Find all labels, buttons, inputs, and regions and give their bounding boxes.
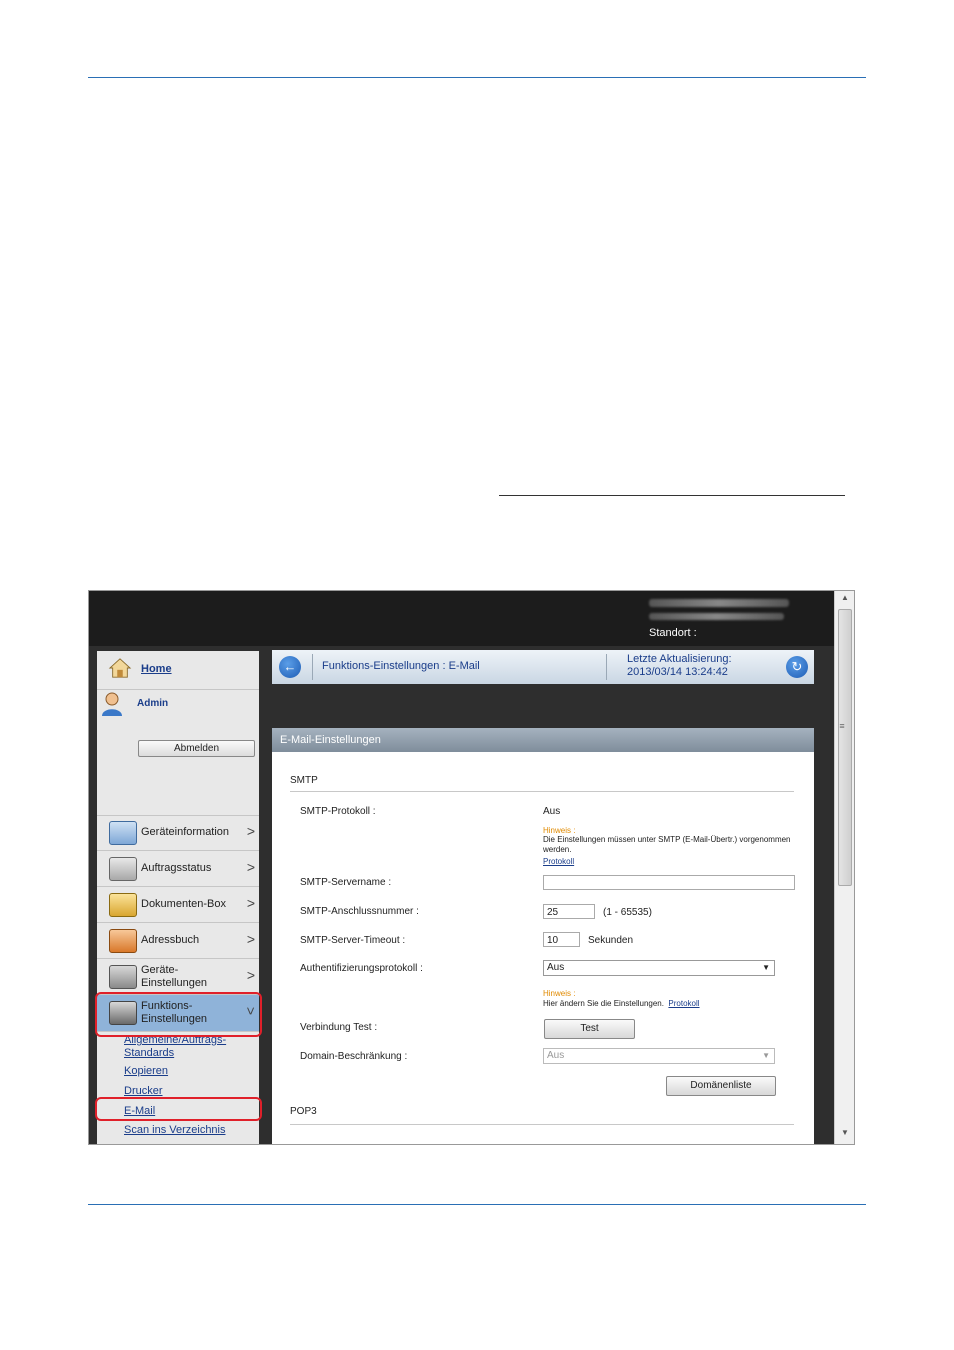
domain-list-button[interactable]: Domänenliste: [666, 1076, 776, 1096]
subitem-scan-to-folder[interactable]: Scan ins Verzeichnis: [124, 1124, 226, 1137]
hint2-text: Hier ändern Sie die Einstellungen. Proto…: [543, 999, 700, 1008]
dropdown-arrow-icon: ▼: [762, 963, 770, 972]
subitem-general-defaults[interactable]: Allgemeine/Auftrags- Standards: [124, 1034, 226, 1060]
section-divider: [290, 791, 794, 792]
highlight-function-settings: [95, 992, 262, 1037]
blurred-device-address: [649, 613, 784, 620]
sidebar-item-label: Geräte- Einstellungen: [141, 964, 208, 989]
hint-label: Hinweis :: [543, 826, 576, 835]
timeout-input[interactable]: 10: [543, 932, 580, 947]
hint2-label: Hinweis :: [543, 989, 576, 998]
user-name: Admin: [137, 698, 169, 709]
scroll-up-icon[interactable]: ▲: [835, 593, 854, 607]
sidebar-item-label: Dokumenten-Box: [141, 898, 226, 910]
top-header-bar: Standort :: [89, 591, 834, 646]
refresh-icon[interactable]: ↻: [786, 656, 808, 678]
highlight-email: [95, 1097, 262, 1121]
port-range: (1 - 65535): [603, 907, 652, 918]
timeout-unit: Sekunden: [588, 935, 634, 946]
auth-protocol-value: Aus: [547, 962, 565, 973]
section-pop3: POP3: [290, 1106, 317, 1117]
auth-protocol-label: Authentifizierungsprotokoll :: [300, 963, 423, 974]
last-update: Letzte Aktualisierung: 2013/03/14 13:24:…: [627, 653, 732, 679]
chevron-right-icon: >: [246, 823, 255, 839]
connection-test-label: Verbindung Test :: [300, 1022, 378, 1033]
navigation-bar: ← Funktions-Einstellungen : E-Mail Letzt…: [272, 650, 814, 684]
page-top-rule: [88, 77, 866, 78]
server-name-input[interactable]: [543, 875, 795, 890]
scroll-down-icon[interactable]: ▼: [835, 1128, 854, 1142]
device-settings-icon: [109, 965, 137, 989]
dropdown-arrow-icon: ▼: [762, 1051, 770, 1060]
sidebar-item-job-status[interactable]: Auftragsstatus >: [97, 851, 259, 887]
test-button[interactable]: Test: [544, 1019, 635, 1039]
location-label: Standort :: [649, 627, 697, 639]
last-update-label: Letzte Aktualisierung:: [627, 653, 732, 665]
section-smtp: SMTP: [290, 775, 318, 786]
hint-text: Die Einstellungen müssen unter SMTP (E-M…: [543, 835, 791, 854]
nav-divider: [312, 654, 313, 680]
page-bottom-rule: [88, 1204, 866, 1205]
blurred-device-name: [649, 599, 789, 607]
text-underline: [499, 495, 845, 496]
domain-restriction-select[interactable]: Aus ▼: [543, 1048, 775, 1064]
sidebar-item-label: Auftragsstatus: [141, 862, 212, 874]
sidebar-item-address-book[interactable]: Adressbuch >: [97, 923, 259, 959]
back-arrow-icon[interactable]: ←: [279, 656, 301, 678]
chevron-right-icon: >: [246, 859, 255, 875]
panel-title: E-Mail-Einstellungen: [272, 728, 814, 752]
port-input[interactable]: 25: [543, 904, 595, 919]
logout-button[interactable]: Abmelden: [138, 740, 255, 757]
sidebar: Home Admin Abmelden Geräteinformation > …: [97, 651, 259, 1144]
chevron-right-icon: >: [246, 895, 255, 911]
chevron-right-icon: >: [246, 931, 255, 947]
timeout-label: SMTP-Server-Timeout :: [300, 935, 406, 946]
browser-screenshot: Standort : Home Admin Abmelden Geräteinf…: [88, 590, 855, 1145]
scroll-thumb[interactable]: [838, 609, 852, 886]
nav-divider: [606, 654, 607, 680]
sidebar-home[interactable]: Home: [97, 651, 259, 690]
email-settings-panel: E-Mail-Einstellungen SMTP SMTP-Protokoll…: [272, 728, 814, 1144]
subitem-copy[interactable]: Kopieren: [124, 1065, 168, 1078]
vertical-scrollbar[interactable]: ▲ ≡ ▼: [834, 591, 854, 1144]
home-icon: [108, 658, 132, 678]
sidebar-item-label: Adressbuch: [141, 934, 200, 946]
sidebar-item-document-box[interactable]: Dokumenten-Box >: [97, 887, 259, 923]
sidebar-item-device-info[interactable]: Geräteinformation >: [97, 815, 259, 851]
chevron-right-icon: >: [246, 967, 255, 983]
scroll-grip-icon: ≡: [839, 721, 845, 731]
domain-restriction-value: Aus: [547, 1050, 565, 1061]
breadcrumb: Funktions-Einstellungen : E-Mail: [322, 660, 480, 672]
section-divider: [290, 1124, 794, 1125]
home-link[interactable]: Home: [141, 663, 172, 675]
device-info-icon: [109, 821, 137, 845]
domain-restriction-label: Domain-Beschränkung :: [300, 1051, 408, 1062]
auth-protocol-select[interactable]: Aus ▼: [543, 960, 775, 976]
port-label: SMTP-Anschlussnummer :: [300, 906, 419, 917]
sidebar-item-label: Geräteinformation: [141, 826, 230, 838]
smtp-protocol-label: SMTP-Protokoll :: [300, 806, 376, 817]
last-update-value: 2013/03/14 13:24:42: [627, 666, 728, 678]
user-panel: Admin Abmelden: [97, 689, 259, 816]
user-avatar-icon: [102, 692, 122, 716]
job-status-icon: [109, 857, 137, 881]
server-name-label: SMTP-Servername :: [300, 877, 392, 888]
address-book-icon: [109, 929, 137, 953]
protocol-link[interactable]: Protokoll: [543, 857, 574, 866]
smtp-protocol-value: Aus: [543, 806, 561, 817]
protocol-link-2[interactable]: Protokoll: [668, 999, 699, 1008]
document-box-icon: [109, 893, 137, 917]
sidebar-item-device-settings[interactable]: Geräte- Einstellungen >: [97, 959, 259, 995]
